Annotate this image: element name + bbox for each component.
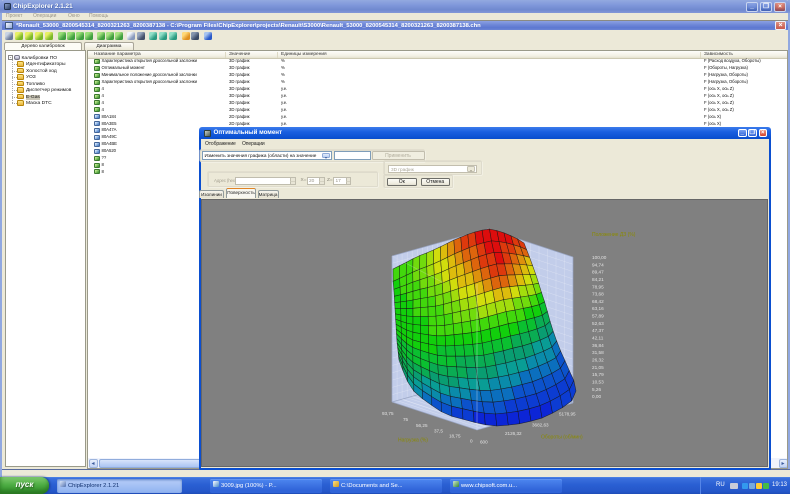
svg-text:18,75: 18,75	[449, 434, 461, 439]
svg-text:3682,63: 3682,63	[532, 423, 549, 428]
svg-text:600: 600	[480, 440, 488, 445]
svg-text:68,42: 68,42	[592, 299, 604, 304]
svg-text:Положение ДЗ (%): Положение ДЗ (%)	[592, 232, 636, 238]
svg-text:56,25: 56,25	[416, 423, 428, 428]
svg-text:47,37: 47,37	[592, 328, 604, 333]
svg-text:73,68: 73,68	[592, 292, 604, 297]
svg-text:57,89: 57,89	[592, 314, 604, 319]
svg-text:21,05: 21,05	[592, 365, 604, 370]
svg-text:10,53: 10,53	[592, 380, 604, 385]
svg-text:94,74: 94,74	[592, 262, 604, 267]
svg-text:Нагрузка (%): Нагрузка (%)	[398, 438, 428, 444]
svg-text:52,63: 52,63	[592, 321, 604, 326]
svg-text:26,32: 26,32	[592, 358, 604, 363]
svg-text:89,47: 89,47	[592, 270, 604, 275]
svg-text:5178,95: 5178,95	[559, 412, 576, 417]
svg-text:84,21: 84,21	[592, 277, 604, 282]
svg-text:42,11: 42,11	[592, 336, 604, 341]
svg-text:0,00: 0,00	[592, 394, 602, 399]
svg-text:75: 75	[403, 417, 409, 422]
svg-text:36,84: 36,84	[592, 343, 604, 348]
svg-text:0: 0	[470, 439, 473, 444]
svg-text:15,79: 15,79	[592, 372, 604, 377]
svg-text:Обороты (об/мин): Обороты (об/мин)	[541, 435, 583, 441]
svg-text:93,75: 93,75	[382, 411, 394, 416]
svg-text:2126,32: 2126,32	[505, 431, 522, 436]
svg-text:100,00: 100,00	[592, 255, 607, 260]
svg-text:37,5: 37,5	[434, 429, 443, 434]
svg-text:63,16: 63,16	[592, 306, 604, 311]
svg-text:31,58: 31,58	[592, 350, 604, 355]
svg-text:78,95: 78,95	[592, 284, 604, 289]
svg-text:5,26: 5,26	[592, 387, 602, 392]
